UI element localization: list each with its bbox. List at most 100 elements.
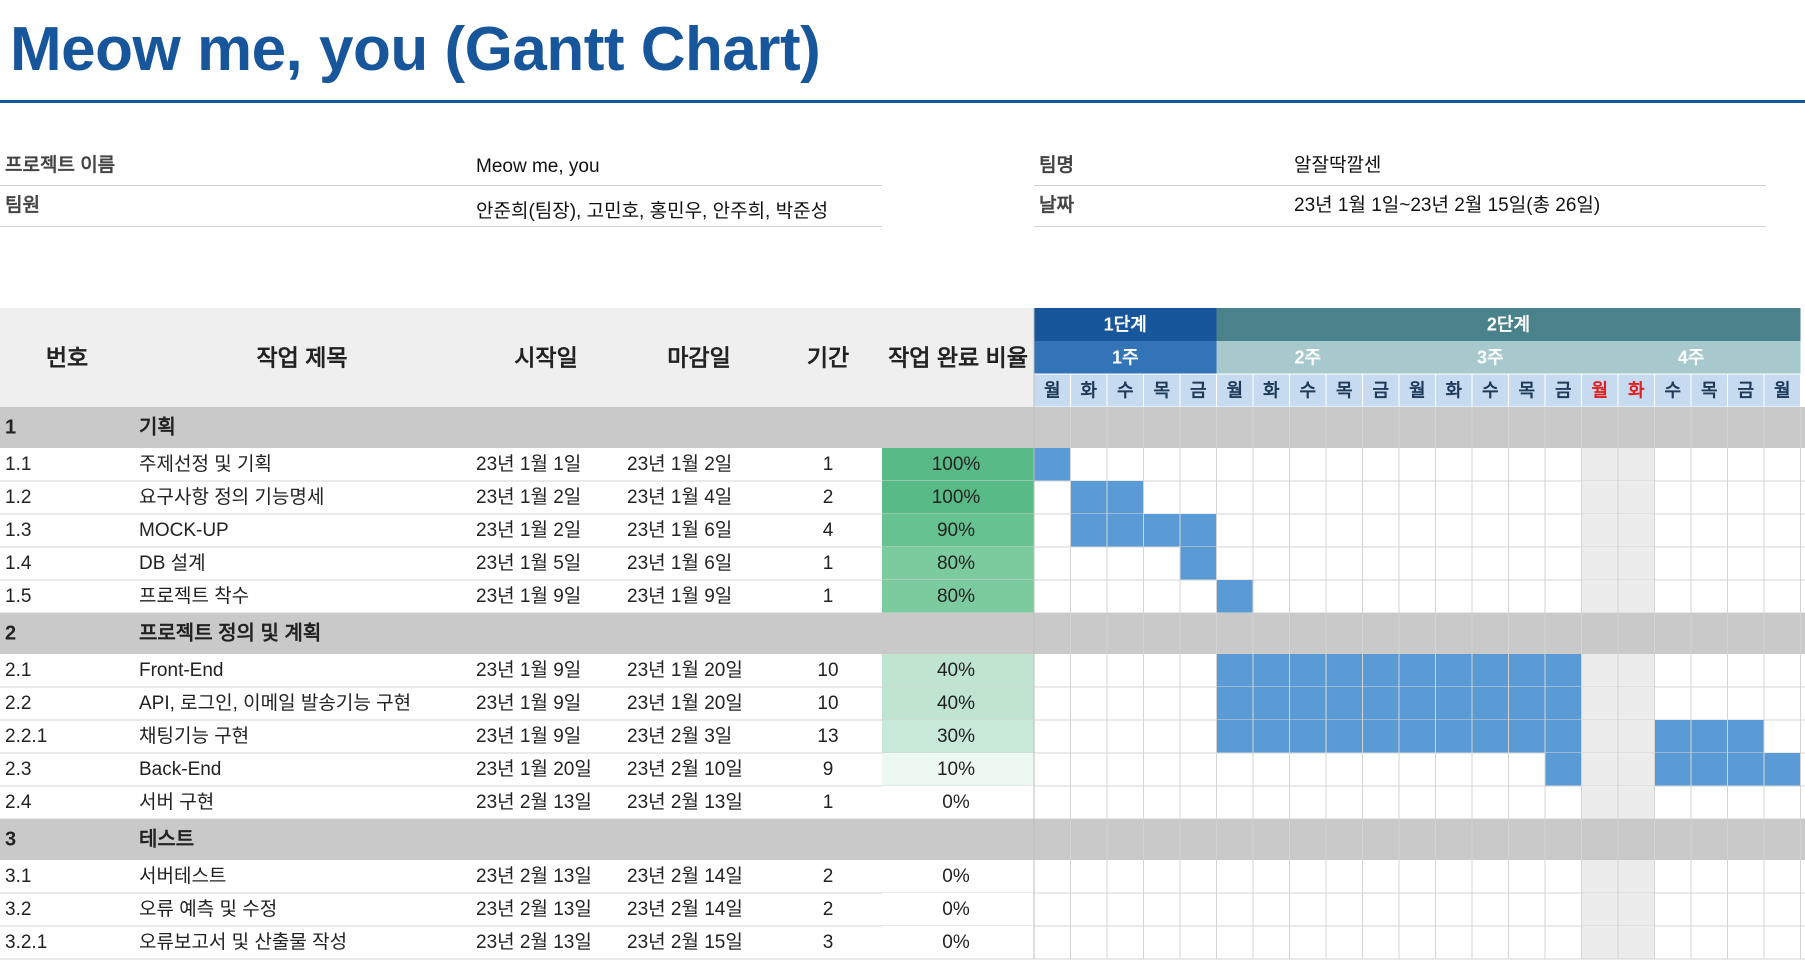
gantt-bar-cell bbox=[1727, 720, 1764, 753]
task-title[interactable]: MOCK-UP bbox=[139, 520, 229, 541]
task-duration[interactable]: 1 bbox=[823, 586, 834, 607]
day-label: 월 bbox=[1409, 381, 1426, 401]
task-duration[interactable]: 1 bbox=[823, 454, 834, 475]
task-end-date[interactable]: 23년 1월 4일 bbox=[627, 486, 732, 508]
members-value[interactable]: 안준희(팀장), 고민호, 홍민우, 안주희, 박준성 bbox=[476, 196, 828, 223]
task-duration[interactable]: 13 bbox=[817, 726, 838, 747]
task-start-date[interactable]: 23년 2월 13일 bbox=[476, 931, 592, 953]
task-end-date[interactable]: 23년 2월 13일 bbox=[627, 791, 743, 813]
task-duration[interactable]: 1 bbox=[823, 553, 834, 574]
task-progress[interactable]: 90% bbox=[937, 520, 975, 541]
day-label: 금 bbox=[1190, 381, 1207, 401]
task-start-date[interactable]: 23년 1월 9일 bbox=[476, 585, 581, 607]
task-end-date[interactable]: 23년 2월 15일 bbox=[627, 931, 743, 953]
gantt-bar-cell bbox=[1034, 448, 1071, 481]
task-end-date[interactable]: 23년 2월 14일 bbox=[627, 898, 743, 920]
task-start-date[interactable]: 23년 2월 13일 bbox=[476, 791, 592, 813]
holiday-cell bbox=[1581, 786, 1618, 819]
task-duration[interactable]: 1 bbox=[823, 792, 834, 813]
task-title[interactable]: 요구사항 정의 기능명세 bbox=[139, 486, 324, 508]
gantt-bar-cell bbox=[1216, 580, 1253, 613]
task-duration[interactable]: 2 bbox=[823, 866, 834, 887]
holiday-cell bbox=[1618, 580, 1655, 613]
gantt-bar-cell bbox=[1253, 654, 1290, 687]
task-title[interactable]: DB 설계 bbox=[139, 552, 206, 574]
gantt-bar-cell bbox=[1289, 687, 1326, 720]
task-start-date[interactable]: 23년 1월 5일 bbox=[476, 552, 581, 574]
holiday-cell bbox=[1618, 720, 1655, 753]
task-progress[interactable]: 100% bbox=[932, 487, 981, 508]
task-progress[interactable]: 0% bbox=[942, 866, 970, 887]
section-row bbox=[0, 819, 1805, 860]
gantt-bar-cell bbox=[1472, 720, 1509, 753]
info-divider bbox=[1034, 226, 1766, 227]
task-progress[interactable]: 0% bbox=[942, 932, 970, 953]
task-start-date[interactable]: 23년 1월 1일 bbox=[476, 453, 581, 475]
members-label: 팀원 bbox=[5, 195, 40, 216]
day-label: 월 bbox=[1226, 381, 1243, 401]
task-end-date[interactable]: 23년 2월 3일 bbox=[627, 725, 732, 747]
task-progress[interactable]: 0% bbox=[942, 899, 970, 920]
task-title[interactable]: 채팅기능 구현 bbox=[139, 725, 249, 747]
task-title[interactable]: API, 로그인, 이메일 발송기능 구현 bbox=[139, 692, 411, 714]
task-start-date[interactable]: 23년 1월 2일 bbox=[476, 519, 581, 541]
gantt-bar-cell bbox=[1362, 720, 1399, 753]
task-end-date[interactable]: 23년 1월 2일 bbox=[627, 453, 732, 475]
gantt-bar-cell bbox=[1435, 654, 1472, 687]
task-title[interactable]: 오류 예측 및 수정 bbox=[139, 898, 277, 920]
section-number: 3 bbox=[5, 829, 16, 851]
task-end-date[interactable]: 23년 1월 20일 bbox=[627, 659, 743, 681]
task-duration[interactable]: 10 bbox=[817, 693, 838, 714]
gantt-bar-cell bbox=[1399, 687, 1436, 720]
header-number: 번호 bbox=[46, 345, 88, 371]
task-progress[interactable]: 40% bbox=[937, 693, 975, 714]
task-progress[interactable]: 80% bbox=[937, 553, 975, 574]
page-title: Meow me, you (Gantt Chart) bbox=[10, 15, 821, 84]
task-duration[interactable]: 4 bbox=[823, 520, 834, 541]
task-start-date[interactable]: 23년 1월 9일 bbox=[476, 659, 581, 681]
task-title[interactable]: 서버테스트 bbox=[139, 865, 226, 887]
task-end-date[interactable]: 23년 1월 20일 bbox=[627, 692, 743, 714]
team-name-value[interactable]: 알잘딱깔센 bbox=[1294, 150, 1381, 177]
task-start-date[interactable]: 23년 1월 9일 bbox=[476, 725, 581, 747]
task-start-date[interactable]: 23년 2월 13일 bbox=[476, 865, 592, 887]
task-progress[interactable]: 100% bbox=[932, 454, 981, 475]
task-duration[interactable]: 2 bbox=[823, 487, 834, 508]
gantt-bar-cell bbox=[1691, 720, 1728, 753]
task-progress[interactable]: 30% bbox=[937, 726, 975, 747]
task-end-date[interactable]: 23년 1월 9일 bbox=[627, 585, 732, 607]
day-label: 목 bbox=[1518, 381, 1535, 401]
section-row bbox=[0, 407, 1805, 448]
gantt-bar-cell bbox=[1253, 720, 1290, 753]
task-title[interactable]: 프로젝트 착수 bbox=[139, 585, 249, 607]
gantt-bar-cell bbox=[1508, 654, 1545, 687]
gantt-bar-cell bbox=[1435, 720, 1472, 753]
task-title[interactable]: Front-End bbox=[139, 660, 223, 681]
header-end-date: 마감일 bbox=[667, 345, 730, 371]
task-duration[interactable]: 9 bbox=[823, 759, 834, 780]
task-duration[interactable]: 3 bbox=[823, 932, 834, 953]
task-start-date[interactable]: 23년 1월 20일 bbox=[476, 758, 592, 780]
task-end-date[interactable]: 23년 2월 14일 bbox=[627, 865, 743, 887]
task-start-date[interactable]: 23년 1월 2일 bbox=[476, 486, 581, 508]
task-end-date[interactable]: 23년 1월 6일 bbox=[627, 552, 732, 574]
task-title[interactable]: 서버 구현 bbox=[139, 791, 214, 813]
holiday-cell bbox=[1581, 654, 1618, 687]
task-start-date[interactable]: 23년 2월 13일 bbox=[476, 898, 592, 920]
task-progress[interactable]: 80% bbox=[937, 586, 975, 607]
task-progress[interactable]: 0% bbox=[942, 792, 970, 813]
task-duration[interactable]: 10 bbox=[817, 660, 838, 681]
task-progress[interactable]: 10% bbox=[937, 759, 975, 780]
section-title: 프로젝트 정의 및 계획 bbox=[139, 622, 321, 645]
task-progress[interactable]: 40% bbox=[937, 660, 975, 681]
task-end-date[interactable]: 23년 1월 6일 bbox=[627, 519, 732, 541]
team-name-label: 팀명 bbox=[1039, 155, 1074, 176]
project-name-value[interactable]: Meow me, you bbox=[476, 156, 600, 178]
task-end-date[interactable]: 23년 2월 10일 bbox=[627, 758, 743, 780]
date-value[interactable]: 23년 1월 1일~23년 2월 15일(총 26일) bbox=[1294, 190, 1600, 217]
task-start-date[interactable]: 23년 1월 9일 bbox=[476, 692, 581, 714]
task-duration[interactable]: 2 bbox=[823, 899, 834, 920]
task-title[interactable]: 주제선정 및 기획 bbox=[139, 453, 272, 475]
task-title[interactable]: 오류보고서 및 산출물 작성 bbox=[139, 931, 347, 953]
task-title[interactable]: Back-End bbox=[139, 759, 221, 780]
